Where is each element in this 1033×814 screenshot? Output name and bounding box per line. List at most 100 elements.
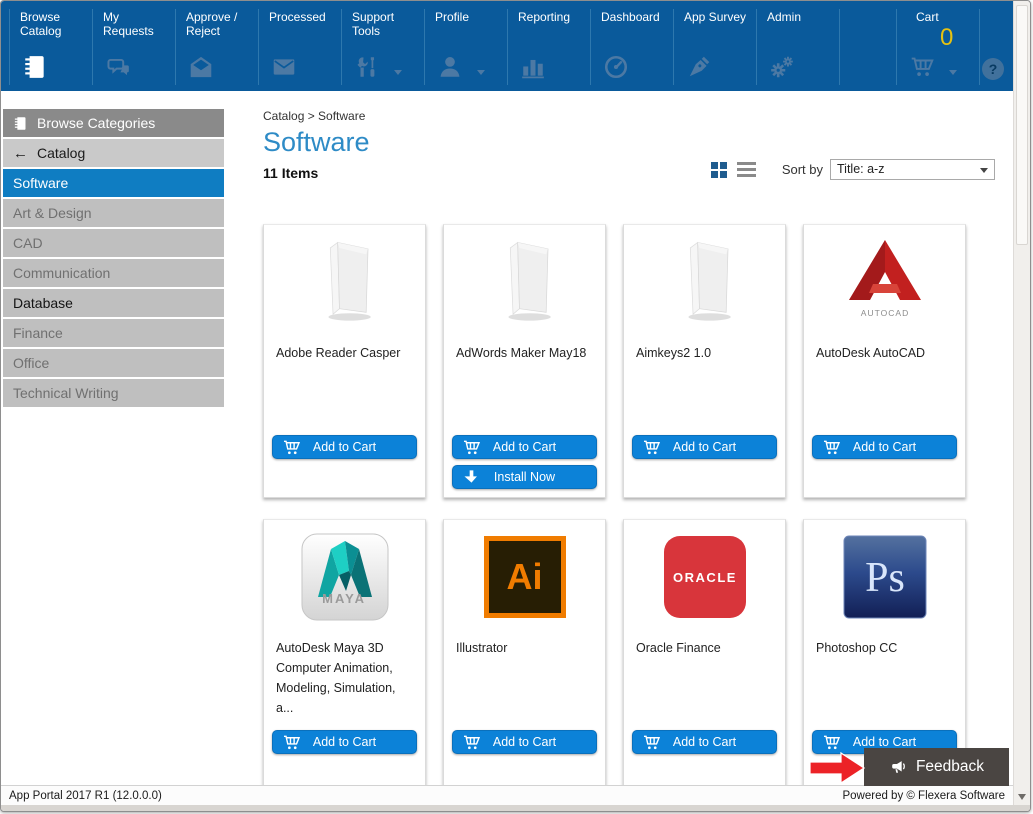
sidebar-item-database[interactable]: Database bbox=[3, 289, 224, 317]
back-arrow-icon: ← bbox=[13, 145, 28, 162]
button-label: Add to Cart bbox=[673, 440, 736, 454]
nav-item-dashboard[interactable]: Dashboard bbox=[590, 1, 673, 91]
sidebar-back-catalog[interactable]: ← Catalog bbox=[3, 139, 224, 167]
add-to-cart-button[interactable]: Add to Cart bbox=[812, 435, 957, 459]
sidebar-item-office[interactable]: Office bbox=[3, 349, 224, 377]
install-now-button[interactable]: Install Now bbox=[452, 465, 597, 489]
add-to-cart-button[interactable]: Add to Cart bbox=[452, 435, 597, 459]
button-label: Add to Cart bbox=[493, 440, 556, 454]
view-sort-toolbar: Sort by Title: a-z bbox=[711, 159, 995, 180]
chat-icon bbox=[105, 54, 131, 80]
nav-item-support-tools[interactable]: Support Tools bbox=[341, 1, 424, 91]
nav-item-label: Dashboard bbox=[590, 1, 673, 24]
nav-item-label: Profile bbox=[424, 1, 507, 24]
nav-item-label: Approve / Reject bbox=[175, 1, 258, 38]
add-to-cart-button[interactable]: Add to Cart bbox=[632, 730, 777, 754]
vertical-scrollbar[interactable] bbox=[1013, 1, 1030, 805]
chevron-down-icon bbox=[949, 70, 957, 75]
oracle-logo: ORACLE bbox=[663, 535, 747, 619]
product-grid: Adobe Reader CasperAdd to CartAdWords Ma… bbox=[263, 224, 1013, 785]
product-image: AUTOCAD bbox=[804, 225, 965, 333]
software-box-image bbox=[299, 236, 391, 328]
cart-label: Cart bbox=[896, 1, 979, 24]
cart-icon bbox=[642, 733, 661, 752]
category-sidebar: Browse Categories ← Catalog SoftwareArt … bbox=[3, 109, 224, 785]
nav-item-app-survey[interactable]: App Survey bbox=[673, 1, 756, 91]
product-card-oracle-finance[interactable]: ORACLE Oracle Finance Add to Cart bbox=[623, 519, 786, 785]
product-title: Aimkeys2 1.0 bbox=[624, 343, 785, 363]
button-label: Add to Cart bbox=[673, 735, 736, 749]
product-card-adobe-reader-casper[interactable]: Adobe Reader Casper Add to Cart bbox=[263, 224, 426, 498]
list-view-icon[interactable] bbox=[737, 162, 756, 177]
bar-chart-icon bbox=[520, 54, 546, 80]
pen-icon bbox=[686, 54, 712, 80]
sidebar-item-software[interactable]: Software bbox=[3, 169, 224, 197]
product-card-autodesk-maya-3d-computer-anim[interactable]: MAYA AutoDesk Maya 3D Computer Animation,… bbox=[263, 519, 426, 785]
help-icon[interactable]: ? bbox=[982, 58, 1004, 80]
scrollbar-down-icon[interactable] bbox=[1018, 794, 1026, 800]
maya-logo-text: MAYA bbox=[322, 591, 366, 606]
photoshop-logo: Ps bbox=[843, 535, 927, 619]
sidebar-item-art-design[interactable]: Art & Design bbox=[3, 199, 224, 227]
nav-item-my-requests[interactable]: My Requests bbox=[92, 1, 175, 91]
chevron-down-icon bbox=[477, 70, 485, 75]
add-to-cart-button[interactable]: Add to Cart bbox=[272, 730, 417, 754]
product-title: Oracle Finance bbox=[624, 638, 785, 658]
scrollbar-thumb[interactable] bbox=[1016, 5, 1028, 245]
button-label: Add to Cart bbox=[313, 440, 376, 454]
product-card-photoshop-cc[interactable]: PsPhotoshop CCAdd to Cart bbox=[803, 519, 966, 785]
gauge-icon bbox=[603, 54, 629, 80]
add-to-cart-button[interactable]: Add to Cart bbox=[452, 730, 597, 754]
sidebar-item-cad[interactable]: CAD bbox=[3, 229, 224, 257]
nav-item-approve-reject[interactable]: Approve / Reject bbox=[175, 1, 258, 91]
product-card-adwords-maker-may18[interactable]: AdWords Maker May18 Add to Cart Install No… bbox=[443, 224, 606, 498]
nav-item-label: My Requests bbox=[92, 1, 175, 38]
card-buttons: Add to Cart bbox=[272, 730, 417, 754]
product-title: Photoshop CC bbox=[804, 638, 965, 658]
nav-item-browse-catalog[interactable]: Browse Catalog bbox=[9, 1, 92, 91]
product-card-illustrator[interactable]: AiIllustratorAdd to Cart bbox=[443, 519, 606, 785]
product-card-aimkeys2-1-0[interactable]: Aimkeys2 1.0 Add to Cart bbox=[623, 224, 786, 498]
maya-logo: MAYA bbox=[301, 533, 389, 621]
product-image bbox=[624, 225, 785, 333]
main-content: Catalog > Software Software 11 Items Sor… bbox=[224, 91, 1013, 785]
product-title: AdWords Maker May18 bbox=[444, 343, 605, 363]
product-card-autodesk-autocad[interactable]: AUTOCADAutoDesk AutoCADAdd to Cart bbox=[803, 224, 966, 498]
sort-select[interactable]: Title: a-z bbox=[830, 159, 995, 180]
button-label: Add to Cart bbox=[493, 735, 556, 749]
add-to-cart-button[interactable]: Add to Cart bbox=[632, 435, 777, 459]
footer-powered-by-text: Powered by © Flexera Software bbox=[842, 790, 1005, 802]
product-image bbox=[264, 225, 425, 333]
nav-item-label: Browse Catalog bbox=[9, 1, 92, 38]
nav-item-help[interactable]: ? bbox=[979, 1, 1009, 91]
sort-select-value: Title: a-z bbox=[837, 162, 884, 176]
gears-icon bbox=[769, 54, 795, 80]
feedback-button[interactable]: Feedback bbox=[864, 748, 1009, 786]
notebook-icon bbox=[13, 116, 28, 131]
footer: App Portal 2017 R1 (12.0.0.0) Powered by… bbox=[1, 785, 1013, 805]
breadcrumb[interactable]: Catalog > Software bbox=[263, 109, 1013, 123]
product-title: Adobe Reader Casper bbox=[264, 343, 425, 363]
card-buttons: Add to Cart Install Now bbox=[452, 435, 597, 489]
nav-item-label: Support Tools bbox=[341, 1, 424, 38]
nav-item-label: Processed bbox=[258, 1, 341, 24]
nav-item-profile[interactable]: Profile bbox=[424, 1, 507, 91]
megaphone-icon bbox=[889, 758, 908, 777]
nav-item-label: Reporting bbox=[507, 1, 590, 24]
card-buttons: Add to Cart bbox=[812, 435, 957, 459]
grid-view-icon[interactable] bbox=[711, 162, 727, 178]
nav-item-cart[interactable]: Cart 0 bbox=[896, 1, 979, 91]
nav-item-processed[interactable]: Processed bbox=[258, 1, 341, 91]
nav-item-admin[interactable]: Admin bbox=[756, 1, 839, 91]
notebook-icon bbox=[22, 54, 48, 80]
software-box-image bbox=[479, 236, 571, 328]
button-label: Install Now bbox=[494, 470, 555, 484]
add-to-cart-button[interactable]: Add to Cart bbox=[272, 435, 417, 459]
sidebar-item-finance[interactable]: Finance bbox=[3, 319, 224, 347]
sidebar-item-technical-writing[interactable]: Technical Writing bbox=[3, 379, 224, 407]
product-title: AutoDesk Maya 3D Computer Animation, Mod… bbox=[264, 638, 425, 718]
sidebar-item-communication[interactable]: Communication bbox=[3, 259, 224, 287]
download-icon bbox=[462, 468, 481, 487]
nav-item-reporting[interactable]: Reporting bbox=[507, 1, 590, 91]
app-window: Browse CatalogMy RequestsApprove / Rejec… bbox=[0, 0, 1031, 812]
